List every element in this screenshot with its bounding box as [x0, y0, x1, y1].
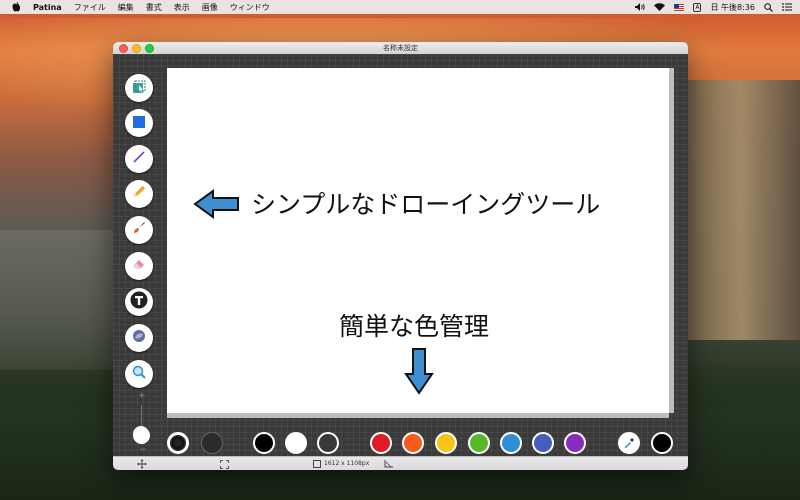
- select-tool-icon: [132, 79, 146, 98]
- flag-icon[interactable]: [674, 0, 685, 14]
- title-bar[interactable]: 名称未設定: [113, 42, 688, 54]
- brush-tool-button[interactable]: [125, 216, 153, 244]
- current-color-well[interactable]: [651, 432, 673, 454]
- eraser-tool-button[interactable]: [125, 252, 153, 280]
- down-arrow-shape[interactable]: [404, 347, 434, 395]
- volume-icon[interactable]: [635, 0, 645, 14]
- eyedropper-button[interactable]: [618, 432, 640, 454]
- shape-tool-button[interactable]: [125, 108, 156, 137]
- move-icon[interactable]: [137, 459, 147, 470]
- menu-format[interactable]: 書式: [146, 2, 162, 13]
- swatch-dark-gray[interactable]: [317, 432, 339, 454]
- swatch-purple[interactable]: [564, 432, 586, 454]
- swatch-black[interactable]: [253, 432, 275, 454]
- menu-view[interactable]: 表示: [174, 2, 190, 13]
- zoom-in-icon[interactable]: +: [138, 391, 146, 401]
- canvas-size-label: 1612 x 1108px: [324, 460, 370, 467]
- brush-tool-icon: [131, 220, 147, 240]
- select-tool-button[interactable]: [125, 73, 156, 102]
- menu-window[interactable]: ウィンドウ: [230, 2, 270, 13]
- eraser-tool-icon: [131, 256, 147, 276]
- menu-image[interactable]: 画像: [202, 2, 218, 13]
- apple-icon[interactable]: [12, 2, 21, 12]
- line-tool-button[interactable]: [125, 145, 153, 173]
- menu-app-name[interactable]: Patina: [33, 3, 62, 12]
- eyedropper-icon: [623, 434, 635, 453]
- swatch-indigo[interactable]: [532, 432, 554, 454]
- selection-icon[interactable]: [220, 460, 229, 469]
- swatch-red[interactable]: [370, 432, 392, 454]
- document-window: 名称未設定 + − シンプルなドローイングツール 簡単な色管理 1612 x 1…: [113, 42, 688, 470]
- color-bar: [113, 416, 688, 458]
- notification-center-icon[interactable]: [782, 0, 792, 14]
- menu-edit[interactable]: 編集: [118, 2, 134, 13]
- text-tool-button[interactable]: [125, 288, 153, 316]
- clock[interactable]: 日 午後8:36: [710, 0, 755, 14]
- drawing-canvas[interactable]: シンプルなドローイングツール 簡単な色管理: [167, 68, 669, 413]
- desktop-hill: [0, 230, 120, 370]
- brush-size-indicator[interactable]: [133, 426, 149, 442]
- fill-tool-icon: [131, 328, 147, 348]
- shape-tool-icon: [132, 114, 146, 133]
- swatch-orange[interactable]: [402, 432, 424, 454]
- vertical-scrollbar[interactable]: [669, 68, 674, 413]
- swatch-blue[interactable]: [500, 432, 522, 454]
- workspace: + − シンプルなドローイングツール 簡単な色管理: [113, 54, 688, 458]
- window-title: 名称未設定: [383, 44, 418, 52]
- pencil-tool-icon: [131, 184, 147, 204]
- status-bar: 1612 x 1108px: [113, 456, 688, 470]
- input-source-icon[interactable]: A: [693, 0, 702, 14]
- zoom-tool-icon: [131, 364, 147, 384]
- canvas-size-icon: [313, 460, 321, 468]
- annotation-text-2[interactable]: 簡単な色管理: [339, 307, 489, 343]
- line-tool-icon: [131, 149, 147, 169]
- fill-tool-button[interactable]: [125, 324, 153, 352]
- zoom-tool-button[interactable]: [125, 360, 153, 388]
- spotlight-search-icon[interactable]: [764, 0, 773, 14]
- annotation-text-1[interactable]: シンプルなドローイングツール: [251, 185, 600, 221]
- menu-bar: Patina ファイル 編集 書式 表示 画像 ウィンドウ A 日 午後8:36: [0, 0, 800, 14]
- menu-file[interactable]: ファイル: [74, 2, 106, 13]
- left-arrow-shape[interactable]: [193, 189, 241, 219]
- fill-color-well[interactable]: [201, 432, 223, 454]
- wifi-icon[interactable]: [654, 0, 666, 14]
- text-tool-icon: [130, 291, 148, 313]
- ruler-icon[interactable]: [384, 460, 393, 470]
- stroke-color-well[interactable]: [167, 432, 189, 454]
- desktop-cliff: [670, 80, 800, 340]
- pencil-tool-button[interactable]: [125, 180, 153, 208]
- swatch-yellow[interactable]: [435, 432, 457, 454]
- swatch-green[interactable]: [468, 432, 490, 454]
- swatch-white[interactable]: [285, 432, 307, 454]
